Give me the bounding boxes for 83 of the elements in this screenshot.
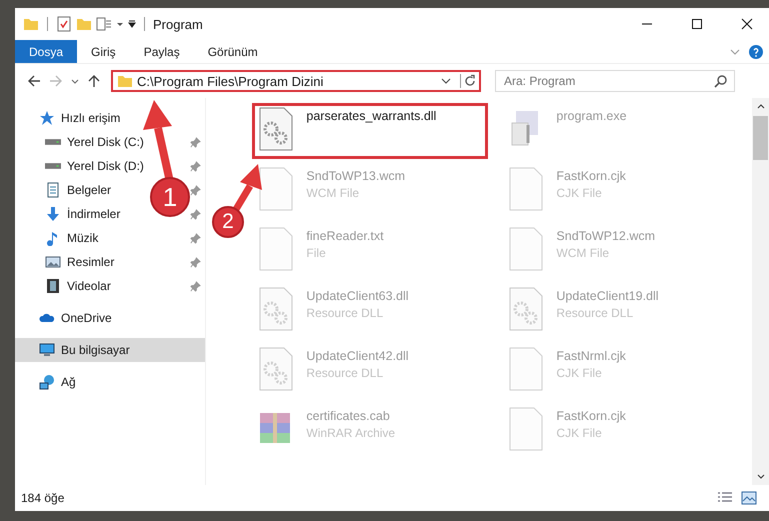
file-type: Resource DLL <box>306 366 384 380</box>
sidebar-item[interactable]: Belgeler <box>15 178 116 202</box>
pin-icon[interactable] <box>190 280 202 292</box>
gear-file-icon <box>258 107 294 151</box>
drive-icon <box>45 163 61 169</box>
file-name: FastKorn.cjk <box>556 409 626 423</box>
blank-file-icon <box>508 167 544 211</box>
gear-file-icon <box>508 287 544 331</box>
sidebar-item[interactable]: Hızlı erişim <box>15 106 124 130</box>
pin-icon[interactable] <box>190 256 202 268</box>
picture-icon <box>45 254 61 270</box>
monitor-icon <box>39 342 55 358</box>
gear-file-icon <box>258 347 294 391</box>
sidebar-item[interactable]: Resimler <box>15 250 118 274</box>
sidebar-item[interactable]: OneDrive <box>15 306 116 330</box>
network-icon <box>39 374 55 390</box>
large-icons-view-icon[interactable] <box>741 491 757 505</box>
sidebar-item[interactable]: Yerel Disk (D:) <box>15 154 148 178</box>
pin-icon[interactable] <box>190 184 202 196</box>
sidebar-item[interactable]: Bu bilgisayar <box>15 338 206 362</box>
address-path: C:\Program Files\Program Dizini <box>137 74 324 88</box>
window-title: Program <box>153 16 203 32</box>
search-field[interactable]: Ara: Program <box>495 70 735 92</box>
sidebar-item[interactable]: İndirmeler <box>15 202 124 226</box>
caret-icon[interactable] <box>71 77 79 85</box>
scroll-thumb[interactable] <box>753 116 768 160</box>
download-icon <box>45 206 61 222</box>
file-type: File <box>306 246 327 260</box>
ribbon-tab[interactable]: Görünüm <box>194 40 272 63</box>
blank-file-icon <box>508 347 544 391</box>
document-icon <box>45 182 61 198</box>
pin-icon[interactable] <box>190 160 202 172</box>
sidebar-item[interactable]: Videolar <box>15 274 115 298</box>
file-name: SndToWP12.wcm <box>556 229 656 243</box>
drive-icon <box>45 139 61 145</box>
file-name: FastKorn.cjk <box>556 169 626 183</box>
file-type: CJK File <box>556 186 603 200</box>
file-name: UpdateClient42.dll <box>306 349 409 363</box>
file-name: UpdateClient63.dll <box>306 289 409 303</box>
pin-icon[interactable] <box>190 232 202 244</box>
file-type: WCM File <box>556 246 610 260</box>
pin-icon[interactable] <box>190 208 202 220</box>
file-name: fineReader.txt <box>306 229 384 243</box>
checklist-icon[interactable] <box>56 16 72 32</box>
back-arrow-icon[interactable] <box>27 74 41 88</box>
file-type: Resource DLL <box>556 306 634 320</box>
sidebar-item[interactable]: Ağ <box>15 370 80 394</box>
file-type: WCM File <box>306 186 360 200</box>
ribbon-tab[interactable]: Giriş <box>77 40 130 63</box>
file-type: WinRAR Archive <box>306 426 396 440</box>
file-name: FastNrml.cjk <box>556 349 626 363</box>
blank-file-icon <box>258 227 294 271</box>
file-name: program.exe <box>556 109 627 123</box>
file-name: certificates.cab <box>306 409 391 423</box>
star-icon <box>39 110 55 126</box>
file-item[interactable]: parserates_warrants.dll <box>252 103 488 159</box>
properties-icon[interactable] <box>96 16 112 32</box>
blank-file-icon <box>508 227 544 271</box>
up-arrow-icon[interactable] <box>87 74 101 88</box>
blank-file-icon <box>258 167 294 211</box>
gear-file-icon <box>258 287 294 331</box>
film-icon <box>45 278 61 294</box>
file-type: Resource DLL <box>306 306 384 320</box>
address-bar[interactable]: C:\Program Files\Program Dizini <box>111 70 481 92</box>
maximize-icon[interactable] <box>691 18 703 30</box>
help-icon[interactable] <box>749 44 763 58</box>
folder-icon <box>117 73 133 89</box>
sidebar-item[interactable]: Müzik <box>15 226 102 250</box>
close-icon[interactable] <box>741 18 753 30</box>
file-name: UpdateClient19.dll <box>556 289 659 303</box>
pin-icon[interactable] <box>190 136 202 148</box>
customize-toolbar-icon[interactable] <box>128 20 136 28</box>
sidebar-item[interactable]: Yerel Disk (C:) <box>15 130 148 154</box>
file-name: SndToWP13.wcm <box>306 169 406 183</box>
caret-icon[interactable] <box>116 20 124 28</box>
file-type: CJK File <box>556 426 603 440</box>
scrollbar[interactable] <box>752 98 769 485</box>
file-name: parserates_warrants.dll <box>306 109 436 123</box>
blank-file-icon <box>508 407 544 451</box>
file-type: CJK File <box>556 366 603 380</box>
search-icon <box>714 74 728 88</box>
ribbon-tab[interactable]: Paylaş <box>130 40 194 63</box>
item-count: 184 öğe <box>21 491 64 505</box>
